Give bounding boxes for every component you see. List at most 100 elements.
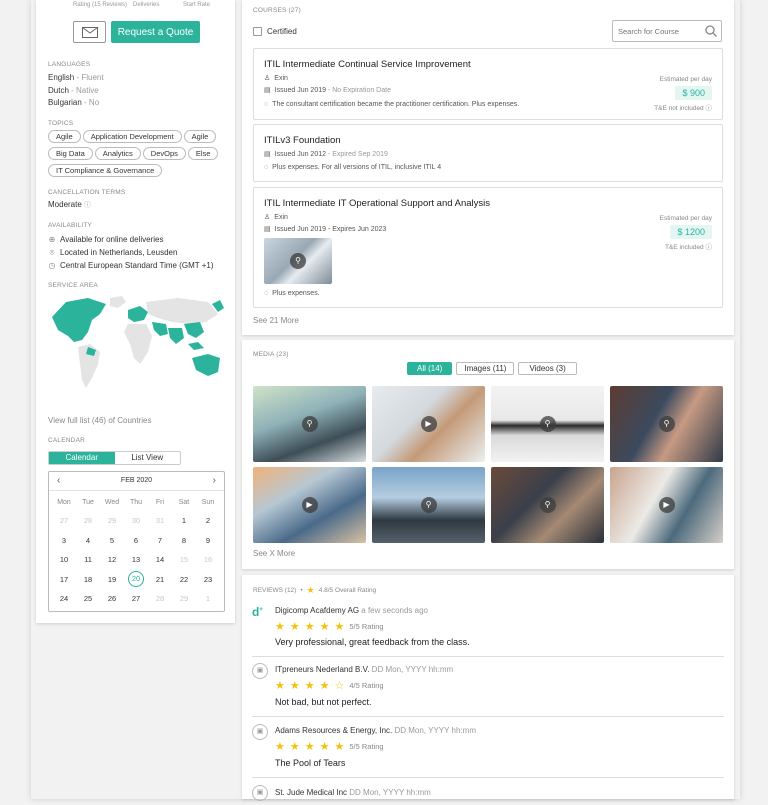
availability-timezone: ◷ Central European Standard Time (GMT +1): [48, 260, 214, 270]
calendar-day[interactable]: 12: [100, 555, 124, 564]
review-time: DD Mon, YYYY hh:mm: [349, 788, 431, 797]
topic-tag[interactable]: Analytics: [94, 147, 141, 160]
review-item: ▣ Adams Resources & Energy, Inc. DD Mon,…: [252, 724, 724, 778]
calendar-day[interactable]: 2: [196, 516, 220, 525]
calendar-day[interactable]: 10: [52, 555, 76, 564]
calendar-day[interactable]: 29: [172, 594, 196, 603]
message-button[interactable]: [73, 21, 106, 43]
language-item: Bulgarian - No: [48, 98, 100, 107]
certificate-thumbnail[interactable]: ⚲: [264, 238, 332, 284]
calendar-day[interactable]: 15: [172, 555, 196, 564]
calendar-day[interactable]: 7: [148, 536, 172, 545]
see-more-courses[interactable]: See 21 More: [253, 316, 299, 325]
calendar-day[interactable]: 21: [148, 575, 172, 584]
calendar-day[interactable]: 6: [124, 536, 148, 545]
calendar-day[interactable]: 24: [52, 594, 76, 603]
course-title[interactable]: ITILv3 Foundation: [264, 135, 341, 146]
review-item: ▣ ITpreneurs Nederland B.V. DD Mon, YYYY…: [252, 663, 724, 717]
calendar-day[interactable]: 28: [148, 594, 172, 603]
calendar-day[interactable]: 26: [100, 594, 124, 603]
review-author[interactable]: Adams Resources & Energy, Inc.: [275, 726, 392, 735]
calendar-day[interactable]: 16: [196, 555, 220, 564]
weekday-label: Mon: [57, 499, 71, 506]
price-badge: $ 900: [675, 86, 712, 100]
next-month-icon[interactable]: ›: [213, 475, 216, 486]
topic-tag[interactable]: IT Compliance & Governance: [48, 164, 163, 177]
media-thumbnail[interactable]: ⚲: [491, 386, 604, 462]
calendar-day[interactable]: 28: [76, 516, 100, 525]
course-title[interactable]: ITIL Intermediate Continual Service Impr…: [264, 59, 471, 70]
topic-tag[interactable]: Agile: [183, 130, 217, 143]
calendar-day[interactable]: 27: [124, 594, 148, 603]
course-title[interactable]: ITIL Intermediate IT Operational Support…: [264, 198, 490, 209]
countries-link[interactable]: View full list (46) of Countries: [48, 416, 151, 425]
calendar-day[interactable]: 25: [76, 594, 100, 603]
calendar-day[interactable]: 31: [148, 516, 172, 525]
weekday-label: Fri: [155, 499, 165, 506]
tab-calendar[interactable]: Calendar: [49, 452, 115, 464]
tab-list-view[interactable]: List View: [115, 452, 181, 464]
course-item[interactable]: ITIL Intermediate IT Operational Support…: [253, 187, 723, 308]
media-thumbnail[interactable]: ⚲: [491, 467, 604, 543]
search-icon[interactable]: [705, 25, 717, 37]
media-thumbnail[interactable]: ▶: [610, 467, 723, 543]
calendar-day[interactable]: 30: [124, 516, 148, 525]
request-quote-button[interactable]: Request a Quote: [111, 21, 200, 43]
course-search-input[interactable]: [618, 25, 704, 37]
calendar-day[interactable]: 27: [52, 516, 76, 525]
topic-tag[interactable]: Application Development: [82, 130, 182, 143]
calendar-day[interactable]: 5: [100, 536, 124, 545]
reviews-header: REVIEWS (12) • ★ 4.8/5 Overall Rating: [253, 585, 377, 595]
calendar-day[interactable]: 9: [196, 536, 220, 545]
info-icon[interactable]: ⓘ: [84, 202, 91, 209]
review-author[interactable]: St. Jude Medical Inc: [275, 788, 347, 797]
media-thumbnail[interactable]: ⚲: [253, 386, 366, 462]
review-author[interactable]: Digicomp Acafdemy AG: [275, 606, 359, 615]
tab-all[interactable]: All (14): [407, 362, 453, 375]
course-item[interactable]: ITIL Intermediate Continual Service Impr…: [253, 48, 723, 120]
courses-header: COURSES (27): [253, 7, 301, 14]
calendar-day[interactable]: 29: [100, 516, 124, 525]
calendar-day[interactable]: 1: [196, 594, 220, 603]
cancellation-label: CANCELLATION TERMS: [48, 189, 126, 196]
calendar-day[interactable]: 19: [100, 575, 124, 584]
tab-videos[interactable]: Videos (3): [518, 362, 577, 375]
calendar-icon: ▤: [264, 151, 271, 158]
tab-images[interactable]: Images (11): [456, 362, 515, 375]
media-thumbnail[interactable]: ▶: [372, 386, 485, 462]
topic-tag[interactable]: DevOps: [142, 147, 186, 160]
calendar-day[interactable]: 1: [172, 516, 196, 525]
topic-tag[interactable]: Agile: [48, 130, 81, 143]
calendar-icon: ▤: [264, 87, 271, 94]
media-thumbnail[interactable]: ⚲: [610, 386, 723, 462]
languages-list: English - Fluent Dutch - Native Bulgaria…: [48, 72, 104, 110]
media-thumbnail[interactable]: ⚲: [372, 467, 485, 543]
info-icon[interactable]: ⓘ: [706, 105, 713, 112]
zoom-icon: ⚲: [301, 416, 318, 432]
calendar-day[interactable]: 18: [76, 575, 100, 584]
calendar-day[interactable]: 22: [172, 575, 196, 584]
info-icon[interactable]: ⓘ: [706, 244, 713, 251]
certified-checkbox[interactable]: [253, 27, 262, 36]
envelope-icon: [81, 26, 98, 38]
calendar-day[interactable]: 20: [128, 570, 144, 587]
course-issued: ▤ Issued Jun 2019 - Expires Jun 2023: [264, 225, 387, 234]
calendar-day[interactable]: 4: [76, 536, 100, 545]
calendar-day[interactable]: 23: [196, 575, 220, 584]
calendar-day[interactable]: 13: [124, 555, 148, 564]
calendar-day[interactable]: 8: [172, 536, 196, 545]
price-badge: $ 1200: [670, 225, 712, 239]
calendar-day[interactable]: 14: [148, 555, 172, 564]
review-author[interactable]: ITpreneurs Nederland B.V.: [275, 665, 369, 674]
see-more-media[interactable]: See X More: [253, 549, 295, 558]
topic-tag[interactable]: Big Data: [48, 147, 93, 160]
calendar-day[interactable]: 17: [52, 575, 76, 584]
course-item[interactable]: ITILv3 Foundation ▤ Issued Jun 2012 - Exp…: [253, 124, 723, 182]
weekday-label: Sat: [178, 499, 190, 506]
availability-list: ⊕ Available for online deliveries ⌾ Locate…: [48, 233, 214, 272]
review-rating: ★ ★ ★ ★ ★ 5/5 Rating: [275, 621, 384, 633]
calendar-day[interactable]: 11: [76, 555, 100, 564]
calendar-day[interactable]: 3: [52, 536, 76, 545]
media-thumbnail[interactable]: ▶: [253, 467, 366, 543]
topic-tag[interactable]: Else: [187, 147, 219, 160]
